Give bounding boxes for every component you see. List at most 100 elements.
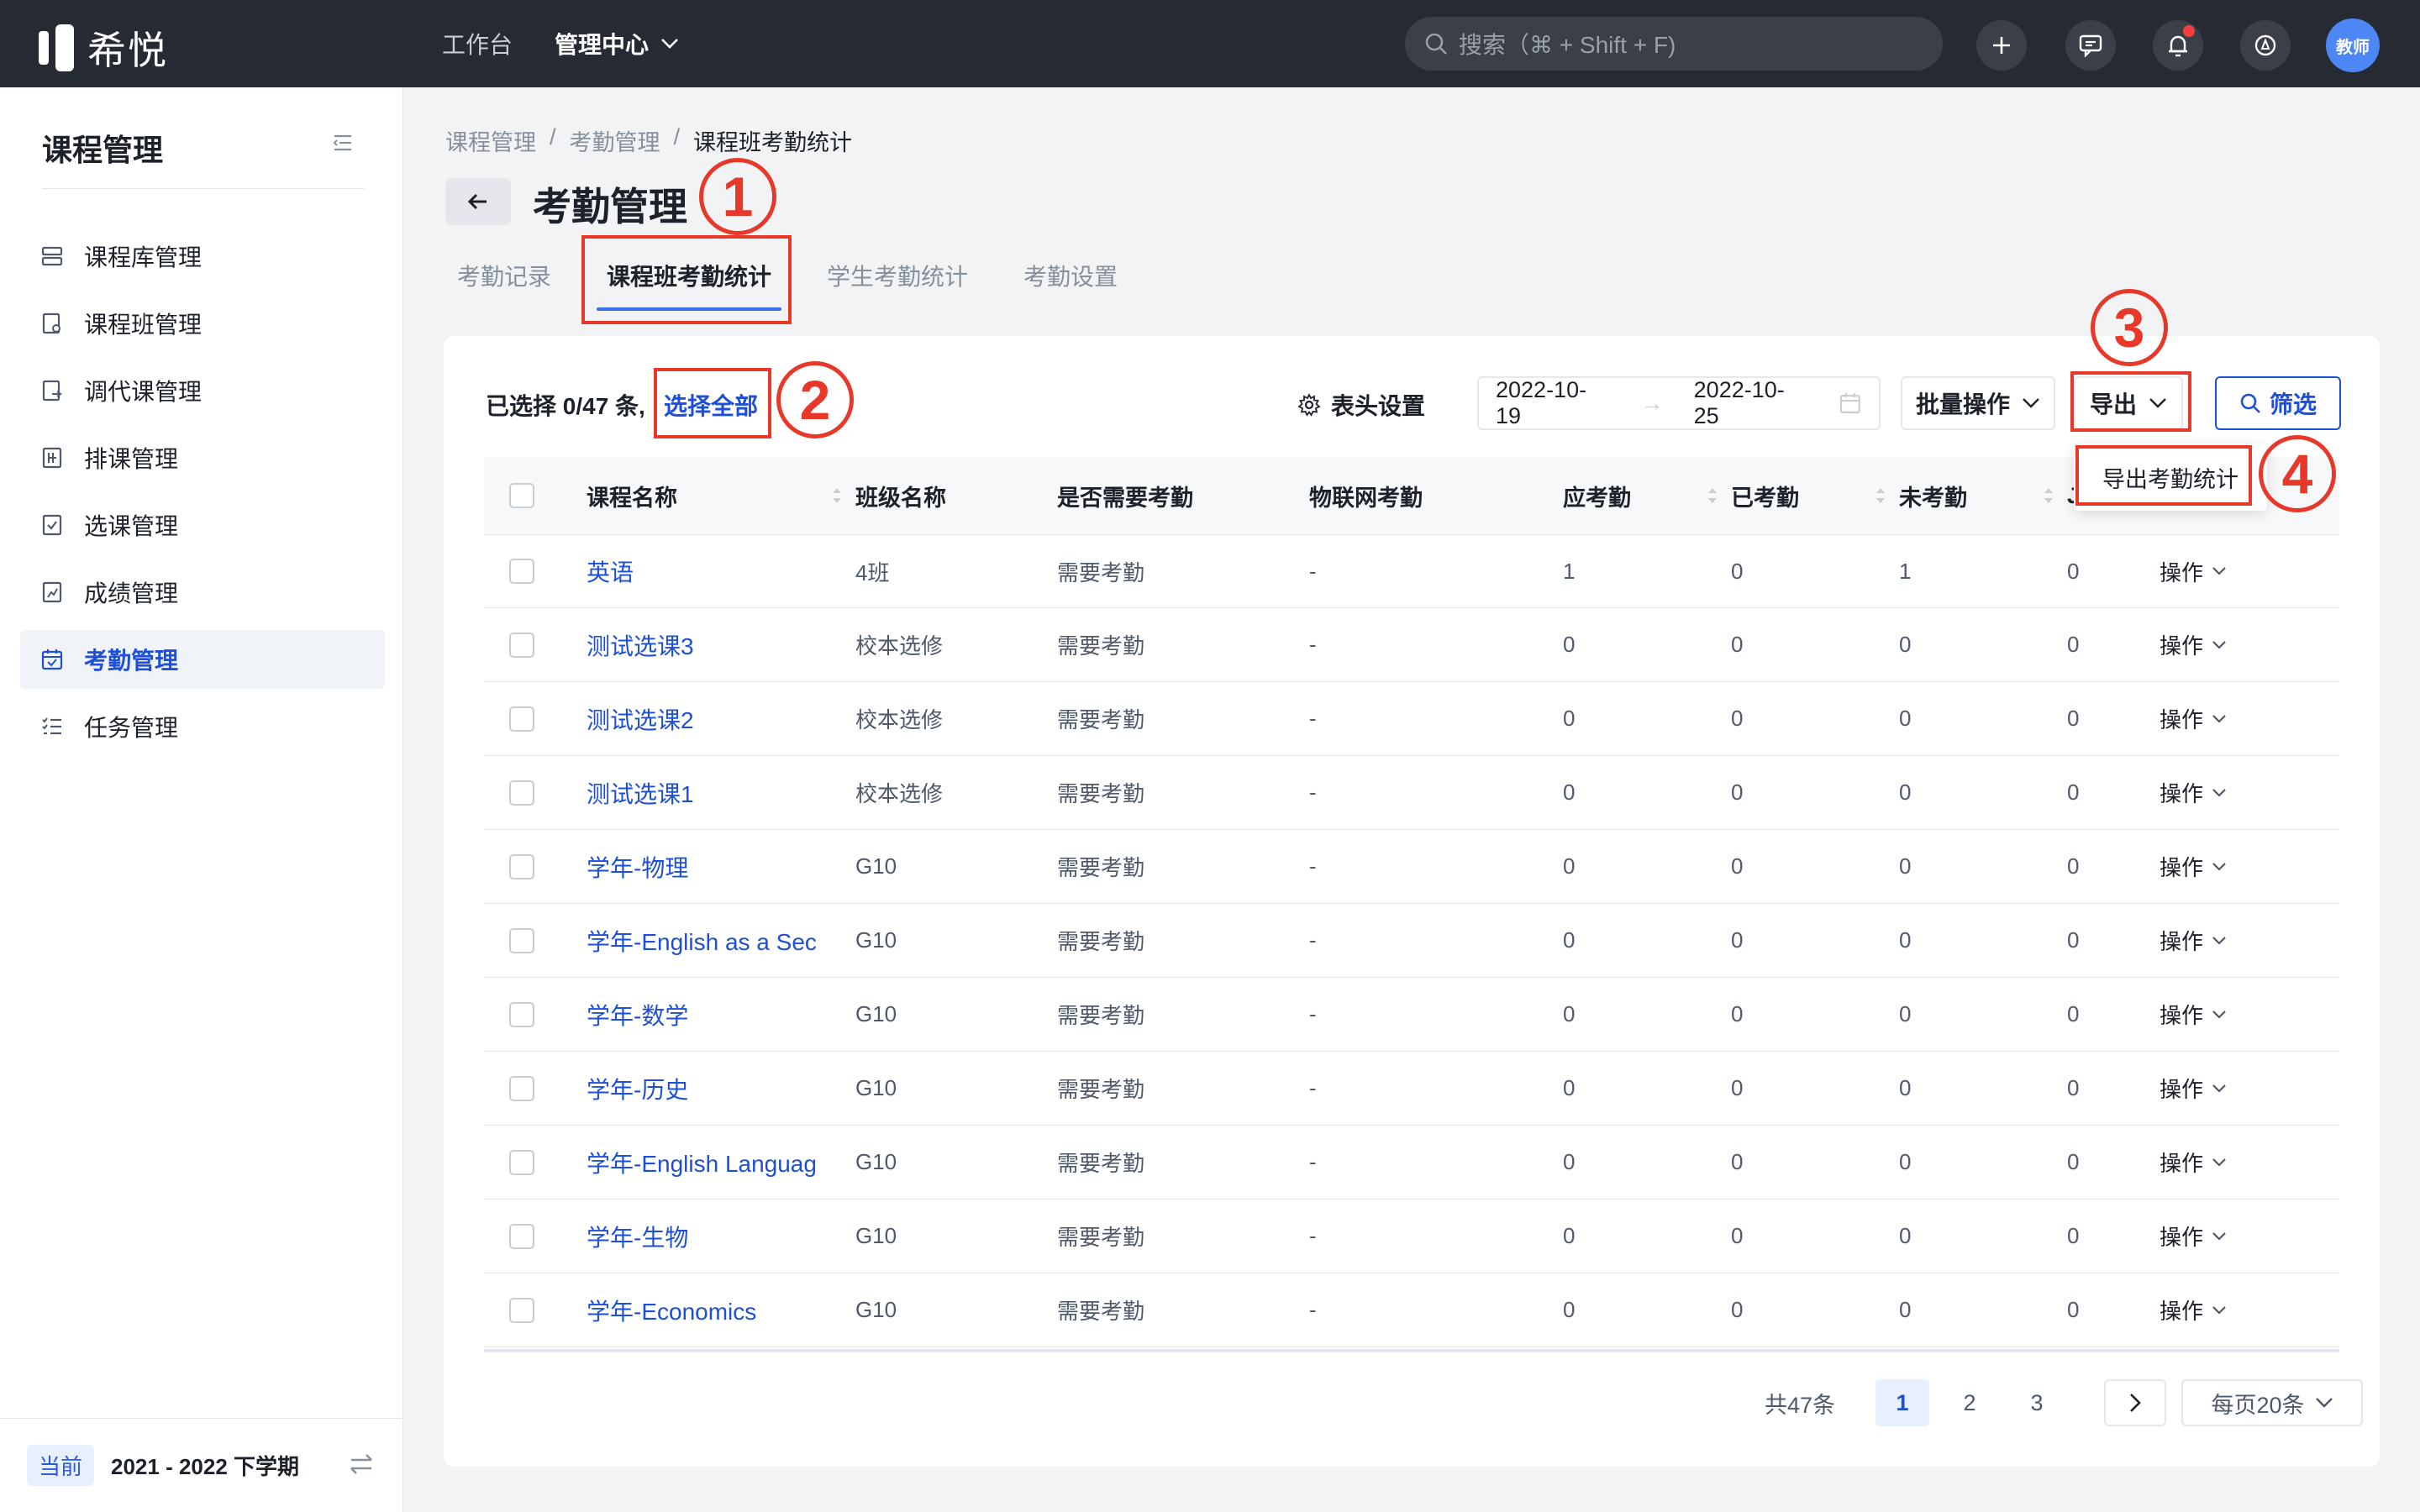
header-checked[interactable]: 已考勤	[1731, 480, 1899, 512]
sort-icon[interactable]	[830, 486, 844, 506]
nav-workbench[interactable]: 工作台	[442, 27, 513, 60]
row-checkbox[interactable]	[509, 1223, 534, 1249]
page-size-select[interactable]: 每页20条	[2181, 1379, 2364, 1426]
notifications-button[interactable]	[2153, 20, 2203, 71]
sidebar-item-scheduling[interactable]: 排课管理	[20, 428, 385, 487]
sidebar-item-course-selection[interactable]: 选课管理	[20, 496, 385, 554]
tab-student-attendance-stats[interactable]: 学生考勤统计	[827, 252, 968, 311]
table-header: 课程名称 班级名称 是否需要考勤 物联网考勤 应考勤 已考勤 未考勤 J	[484, 457, 2339, 534]
page-button-3[interactable]: 3	[2010, 1379, 2064, 1426]
row-operation-dropdown[interactable]: 操作	[2160, 925, 2339, 956]
row-operation-dropdown[interactable]: 操作	[2160, 851, 2339, 882]
tab-attendance-records[interactable]: 考勤记录	[457, 252, 551, 311]
header-course-name[interactable]: 课程名称	[587, 480, 855, 512]
row-operation-dropdown[interactable]: 操作	[2160, 1221, 2339, 1252]
swap-icon[interactable]	[348, 1452, 375, 1476]
add-button[interactable]	[1976, 20, 2027, 71]
course-name-link[interactable]: 测试选课1	[587, 776, 694, 810]
select-all-checkbox[interactable]	[509, 483, 534, 508]
nav-admin-center[interactable]: 管理中心	[555, 27, 679, 60]
row-operation-dropdown[interactable]: 操作	[2160, 556, 2339, 587]
sort-icon[interactable]	[1706, 486, 1719, 506]
cell-class-name: G10	[855, 1075, 897, 1100]
cell-iot-attendance: -	[1309, 558, 1317, 584]
table-row: 学年-English Languag G10 需要考勤 - 0 0 0 0 操作	[484, 1126, 2339, 1200]
row-checkbox[interactable]	[509, 853, 534, 879]
breadcrumb-attendance[interactable]: 考勤管理	[570, 124, 660, 157]
sidebar-item-grades[interactable]: 成绩管理	[20, 563, 385, 622]
cell-needs-attendance: 需要考勤	[1057, 855, 1145, 880]
cell-unchecked: 0	[1899, 1075, 1912, 1100]
row-checkbox[interactable]	[509, 706, 534, 732]
row-checkbox[interactable]	[509, 1075, 534, 1101]
chevron-down-icon	[2212, 1231, 2226, 1241]
app-logo[interactable]: 希悦	[39, 20, 168, 76]
annotation-number-4: 4	[2259, 435, 2336, 512]
filter-button[interactable]: 筛选	[2215, 376, 2341, 430]
chevron-down-icon	[2212, 640, 2226, 649]
row-operation-dropdown[interactable]: 操作	[2160, 777, 2339, 808]
course-name-link[interactable]: 学年-物理	[587, 850, 688, 884]
cell-expected: 0	[1563, 1001, 1576, 1026]
row-checkbox[interactable]	[509, 1297, 534, 1323]
operation-label: 操作	[2160, 855, 2204, 880]
app-switch-button[interactable]	[2240, 20, 2291, 71]
row-checkbox[interactable]	[509, 927, 534, 953]
header-settings-button[interactable]: 表头设置	[1297, 388, 1425, 422]
sidebar-item-course-library[interactable]: 课程库管理	[20, 227, 385, 286]
tab-attendance-settings[interactable]: 考勤设置	[1023, 252, 1118, 311]
row-checkbox[interactable]	[509, 632, 534, 658]
sort-icon[interactable]	[2042, 486, 2055, 506]
header-unchecked[interactable]: 未考勤	[1899, 480, 2067, 512]
page-button-2[interactable]: 2	[1943, 1379, 1996, 1426]
course-name-link[interactable]: 测试选课3	[587, 628, 694, 662]
cell-needs-attendance: 需要考勤	[1057, 1151, 1145, 1176]
header-label: 已考勤	[1731, 485, 1799, 511]
date-range-picker[interactable]: 2022-10-19 → 2022-10-25	[1477, 376, 1881, 430]
sidebar-divider	[42, 188, 365, 189]
header-expected[interactable]: 应考勤	[1563, 480, 1731, 512]
cell-checked: 0	[1731, 1223, 1744, 1248]
messages-button[interactable]	[2065, 20, 2116, 71]
breadcrumb-course-management[interactable]: 课程管理	[445, 124, 536, 157]
sidebar-item-course-class[interactable]: 课程班管理	[20, 294, 385, 353]
course-name-link[interactable]: 测试选课2	[587, 702, 694, 736]
row-checkbox[interactable]	[509, 1149, 534, 1175]
search-input[interactable]: 搜索（⌘ + Shift + F)	[1405, 17, 1943, 71]
row-checkbox[interactable]	[509, 1001, 534, 1027]
sort-icon[interactable]	[1874, 486, 1887, 506]
row-operation-dropdown[interactable]: 操作	[2160, 999, 2339, 1030]
row-checkbox[interactable]	[509, 780, 534, 806]
cell-needs-attendance: 需要考勤	[1057, 929, 1145, 954]
course-name-link[interactable]: 英语	[587, 554, 634, 588]
row-operation-dropdown[interactable]: 操作	[2160, 703, 2339, 734]
course-name-link[interactable]: 学年-English Languag	[587, 1146, 817, 1179]
row-operation-dropdown[interactable]: 操作	[2160, 629, 2339, 660]
row-operation-dropdown[interactable]: 操作	[2160, 1147, 2339, 1178]
course-name-link[interactable]: 学年-数学	[587, 998, 688, 1032]
sidebar-menu: 课程库管理 课程班管理 调代课管理 排课管理 选课管理 成绩管理 考勤管理 任务…	[20, 227, 385, 764]
row-checkbox-cell	[484, 1149, 587, 1175]
row-operation-dropdown[interactable]: 操作	[2160, 1294, 2339, 1326]
course-name-link[interactable]: 学年-生物	[587, 1220, 688, 1253]
sidebar-item-tasks[interactable]: 任务管理	[20, 697, 385, 756]
table-scrollbar[interactable]	[484, 1349, 2339, 1352]
course-name-link[interactable]: 学年-历史	[587, 1072, 688, 1105]
cell-class-name: 4班	[855, 559, 890, 585]
page-button-1[interactable]: 1	[1876, 1379, 1930, 1426]
course-name-link[interactable]: 学年-English as a Sec	[587, 924, 817, 958]
sidebar-item-attendance[interactable]: 考勤管理	[20, 630, 385, 689]
course-name-link[interactable]: 学年-Economics	[587, 1294, 756, 1327]
avatar[interactable]: 教师	[2326, 18, 2380, 72]
operation-label: 操作	[2160, 559, 2204, 585]
back-button[interactable]	[445, 178, 511, 225]
batch-operation-button[interactable]: 批量操作	[1901, 376, 2055, 430]
cell-course-name: 学年-Economics	[587, 1294, 855, 1327]
row-checkbox[interactable]	[509, 559, 534, 584]
next-page-button[interactable]	[2104, 1379, 2167, 1426]
date-end: 2022-10-25	[1693, 377, 1785, 428]
cell-unchecked: 0	[1899, 780, 1912, 805]
sidebar-item-substitution[interactable]: 调代课管理	[20, 361, 385, 420]
row-operation-dropdown[interactable]: 操作	[2160, 1073, 2339, 1104]
collapse-icon[interactable]	[331, 133, 355, 153]
